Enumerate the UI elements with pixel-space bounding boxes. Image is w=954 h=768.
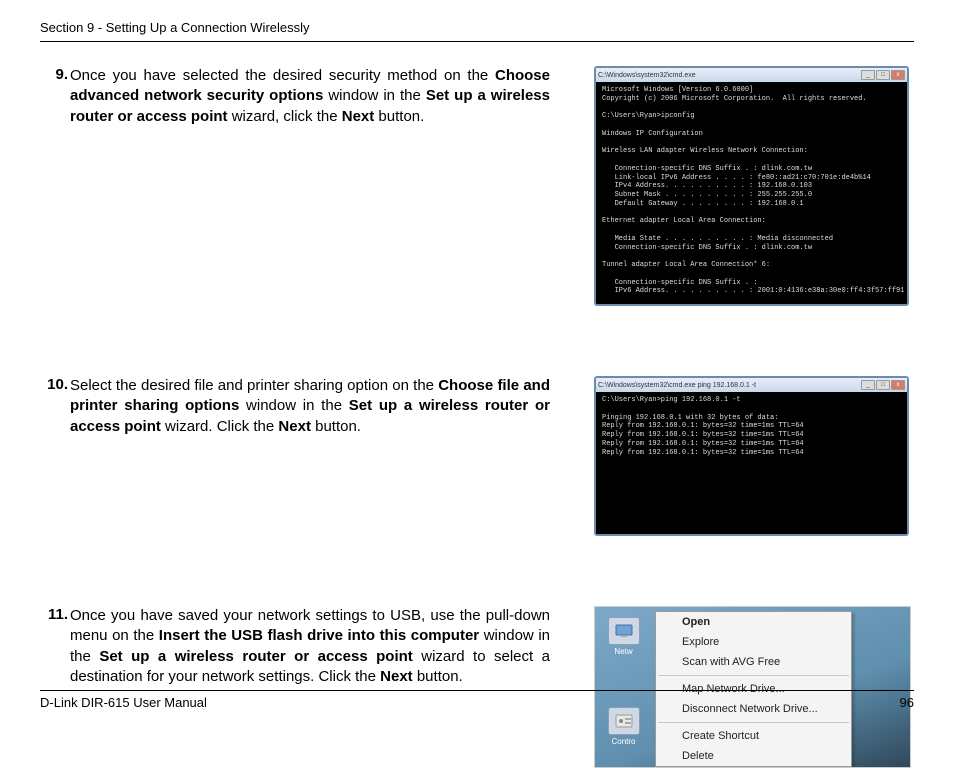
cmd-title: C:\Windows\system32\cmd.exe (598, 72, 696, 79)
text-run: Select the desired file and printer shar… (70, 377, 438, 394)
control-panel-icon (608, 707, 640, 735)
bold-term: Insert the USB flash drive into this com… (159, 627, 479, 644)
minimize-button[interactable]: _ (861, 70, 875, 80)
text-run: wizard, click the (228, 108, 342, 125)
menu-separator (658, 722, 849, 723)
cmd-title: C:\Windows\system32\cmd.exe ping 192.168… (598, 382, 756, 389)
text-run: button. (374, 108, 424, 125)
menu-item[interactable]: Explore (656, 632, 851, 652)
text-run: window in the (239, 397, 348, 414)
step-number: 9. (40, 66, 70, 127)
close-button[interactable]: x (891, 380, 905, 390)
menu-separator (658, 675, 849, 676)
text-run: Once you have selected the desired secur… (70, 67, 495, 84)
footer-manual-title: D-Link DIR-615 User Manual (40, 695, 207, 710)
step-number: 11. (40, 606, 70, 687)
bold-term: Next (278, 418, 311, 435)
cmd-titlebar: C:\Windows\system32\cmd.exe ping 192.168… (596, 378, 907, 392)
step-9-text: Once you have selected the desired secur… (70, 66, 550, 127)
text-run: window in the (323, 87, 425, 104)
bold-term: Set up a wireless router or access point (99, 648, 412, 665)
step-10-text: Select the desired file and printer shar… (70, 376, 550, 437)
cmd-output: Microsoft Windows [Version 6.0.6000] Cop… (596, 82, 907, 304)
desktop-icon-label: Netw (614, 647, 632, 656)
section-header: Section 9 - Setting Up a Connection Wire… (40, 20, 914, 42)
step-11-text: Once you have saved your network setting… (70, 606, 550, 687)
minimize-button[interactable]: _ (861, 380, 875, 390)
desktop-icon-label: Contro (611, 737, 635, 746)
bold-term: Next (380, 668, 413, 685)
cmd-ping-window: C:\Windows\system32\cmd.exe ping 192.168… (594, 376, 909, 536)
text-run: button. (413, 668, 463, 685)
step-number: 10. (40, 376, 70, 437)
bold-term: Next (342, 108, 375, 125)
desktop-screenshot: Netw Contro OpenExploreScan with AVG Fre… (594, 606, 911, 768)
footer-page-number: 96 (900, 695, 914, 710)
context-menu: OpenExploreScan with AVG FreeMap Network… (655, 611, 852, 767)
menu-item[interactable]: Delete (656, 746, 851, 766)
menu-item[interactable]: Scan with AVG Free (656, 652, 851, 672)
network-icon (608, 617, 640, 645)
desktop-icon-network[interactable]: Netw (601, 617, 646, 656)
menu-item[interactable]: Open (656, 612, 851, 632)
cmd-output: C:\Users\Ryan>ping 192.168.0.1 -t Pingin… (596, 392, 907, 534)
text-run: button. (311, 418, 361, 435)
maximize-button[interactable]: □ (876, 70, 890, 80)
maximize-button[interactable]: □ (876, 380, 890, 390)
menu-item[interactable]: Create Shortcut (656, 726, 851, 746)
text-run: wizard. Click the (161, 418, 279, 435)
close-button[interactable]: x (891, 70, 905, 80)
cmd-titlebar: C:\Windows\system32\cmd.exe _ □ x (596, 68, 907, 82)
desktop-icon-control[interactable]: Contro (601, 707, 646, 746)
cmd-ipconfig-window: C:\Windows\system32\cmd.exe _ □ x Micros… (594, 66, 909, 306)
